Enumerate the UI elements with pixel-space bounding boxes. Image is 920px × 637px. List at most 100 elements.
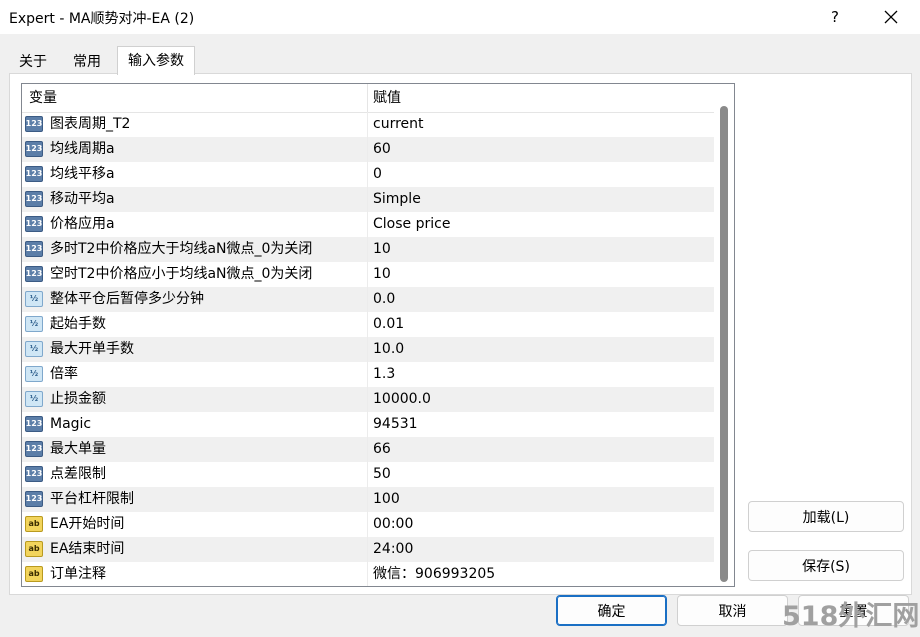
parameter-name: EA开始时间	[50, 516, 125, 532]
parameter-name: 均线平移a	[50, 166, 115, 182]
parameter-value[interactable]: 24:00	[373, 537, 413, 562]
parameter-row[interactable]: 123 平台杠杆限制 100	[22, 487, 714, 512]
parameter-value[interactable]: 0.0	[373, 287, 395, 312]
cell-divider	[367, 537, 368, 562]
parameter-value[interactable]: Close price	[373, 212, 450, 237]
title-bar: Expert - MA顺势对冲-EA (2) ?	[0, 0, 920, 34]
parameter-name: 最大单量	[50, 441, 106, 457]
input-parameters-grid: 变量 赋值 123 图表周期_T2 current 123 均线周期a 60 123 均线平移…	[21, 83, 735, 587]
integer-type-icon: 123	[25, 241, 43, 257]
close-button[interactable]	[866, 0, 916, 34]
tab-about[interactable]: 关于	[9, 49, 57, 75]
cell-divider	[367, 237, 368, 262]
parameter-value[interactable]: 60	[373, 137, 391, 162]
parameter-value[interactable]: 10000.0	[373, 387, 431, 412]
cell-divider	[367, 262, 368, 287]
vertical-scrollbar[interactable]	[714, 84, 734, 586]
integer-type-icon: 123	[25, 491, 43, 507]
double-type-icon: ½	[25, 391, 43, 407]
parameter-row[interactable]: 123 多时T2中价格应大于均线aN微点_0为关闭 10	[22, 237, 714, 262]
parameter-value[interactable]: 0.01	[373, 312, 404, 337]
parameter-name: 均线周期a	[50, 141, 115, 157]
parameter-row[interactable]: ½ 起始手数 0.01	[22, 312, 714, 337]
cancel-button[interactable]: 取消	[677, 595, 788, 626]
cell-divider	[367, 162, 368, 187]
parameter-name: 整体平仓后暂停多少分钟	[50, 291, 204, 307]
string-type-icon: ab	[25, 516, 43, 532]
parameter-row[interactable]: ½ 倍率 1.3	[22, 362, 714, 387]
parameter-row[interactable]: 123 移动平均a Simple	[22, 187, 714, 212]
parameter-name: 空时T2中价格应小于均线aN微点_0为关闭	[50, 266, 313, 282]
help-button[interactable]: ?	[812, 0, 858, 34]
double-type-icon: ½	[25, 366, 43, 382]
integer-type-icon: 123	[25, 266, 43, 282]
parameter-value[interactable]: 0	[373, 162, 382, 187]
parameter-name: 订单注释	[50, 566, 106, 582]
parameter-row[interactable]: 123 图表周期_T2 current	[22, 112, 714, 137]
parameter-value[interactable]: current	[373, 112, 424, 137]
integer-type-icon: 123	[25, 466, 43, 482]
column-header-value[interactable]: 赋值	[373, 84, 401, 112]
parameter-row[interactable]: 123 最大单量 66	[22, 437, 714, 462]
parameter-name: 倍率	[50, 366, 78, 382]
parameter-value[interactable]: Simple	[373, 187, 421, 212]
parameter-row[interactable]: 123 空时T2中价格应小于均线aN微点_0为关闭 10	[22, 262, 714, 287]
cell-divider	[367, 387, 368, 412]
parameter-value[interactable]: 94531	[373, 412, 418, 437]
integer-type-icon: 123	[25, 191, 43, 207]
parameter-name: 平台杠杆限制	[50, 491, 134, 507]
parameter-row[interactable]: ab EA开始时间 00:00	[22, 512, 714, 537]
integer-type-icon: 123	[25, 166, 43, 182]
column-header-variable[interactable]: 变量	[29, 84, 57, 112]
parameter-name: 止损金额	[50, 391, 106, 407]
integer-type-icon: 123	[25, 116, 43, 132]
parameter-name: Magic	[50, 416, 92, 432]
cell-divider	[367, 362, 368, 387]
parameter-row[interactable]: 123 Magic 94531	[22, 412, 714, 437]
cell-divider	[367, 287, 368, 312]
window-title: Expert - MA顺势对冲-EA (2)	[9, 11, 195, 27]
parameter-name: 多时T2中价格应大于均线aN微点_0为关闭	[50, 241, 313, 257]
parameter-row[interactable]: 123 点差限制 50	[22, 462, 714, 487]
load-button[interactable]: 加载(L)	[748, 501, 904, 532]
parameter-name: 价格应用a	[50, 216, 115, 232]
save-button[interactable]: 保存(S)	[748, 550, 904, 581]
watermark-logo: 518外汇网	[782, 601, 920, 632]
parameter-row[interactable]: 123 价格应用a Close price	[22, 212, 714, 237]
parameter-value[interactable]: 微信：906993205	[373, 562, 495, 586]
parameter-row[interactable]: ab 订单注释 微信：906993205	[22, 562, 714, 586]
parameter-row[interactable]: ½ 最大开单手数 10.0	[22, 337, 714, 362]
parameter-name: 最大开单手数	[50, 341, 134, 357]
grid-header: 变量 赋值	[22, 84, 714, 113]
parameter-row[interactable]: 123 均线平移a 0	[22, 162, 714, 187]
parameter-row[interactable]: ½ 整体平仓后暂停多少分钟 0.0	[22, 287, 714, 312]
parameter-name: 图表周期_T2	[50, 116, 131, 132]
cell-divider	[367, 137, 368, 162]
parameter-value[interactable]: 10.0	[373, 337, 404, 362]
parameter-value[interactable]: 00:00	[373, 512, 413, 537]
scrollbar-thumb[interactable]	[720, 106, 728, 582]
cell-divider	[367, 212, 368, 237]
parameter-value[interactable]: 10	[373, 237, 391, 262]
parameter-value[interactable]: 100	[373, 487, 400, 512]
double-type-icon: ½	[25, 341, 43, 357]
parameter-value[interactable]: 1.3	[373, 362, 395, 387]
ok-button[interactable]: 确定	[556, 595, 667, 626]
parameter-value[interactable]: 10	[373, 262, 391, 287]
cell-divider	[367, 487, 368, 512]
double-type-icon: ½	[25, 316, 43, 332]
integer-type-icon: 123	[25, 441, 43, 457]
parameter-value[interactable]: 50	[373, 462, 391, 487]
column-divider[interactable]	[367, 84, 368, 112]
tab-common[interactable]: 常用	[61, 49, 113, 75]
parameter-row[interactable]: ab EA结束时间 24:00	[22, 537, 714, 562]
parameter-value[interactable]: 66	[373, 437, 391, 462]
string-type-icon: ab	[25, 566, 43, 582]
parameter-row[interactable]: ½ 止损金额 10000.0	[22, 387, 714, 412]
double-type-icon: ½	[25, 291, 43, 307]
integer-type-icon: 123	[25, 141, 43, 157]
parameter-name: 移动平均a	[50, 191, 115, 207]
parameter-name: 点差限制	[50, 466, 106, 482]
tab-inputs[interactable]: 输入参数	[117, 46, 195, 75]
parameter-row[interactable]: 123 均线周期a 60	[22, 137, 714, 162]
